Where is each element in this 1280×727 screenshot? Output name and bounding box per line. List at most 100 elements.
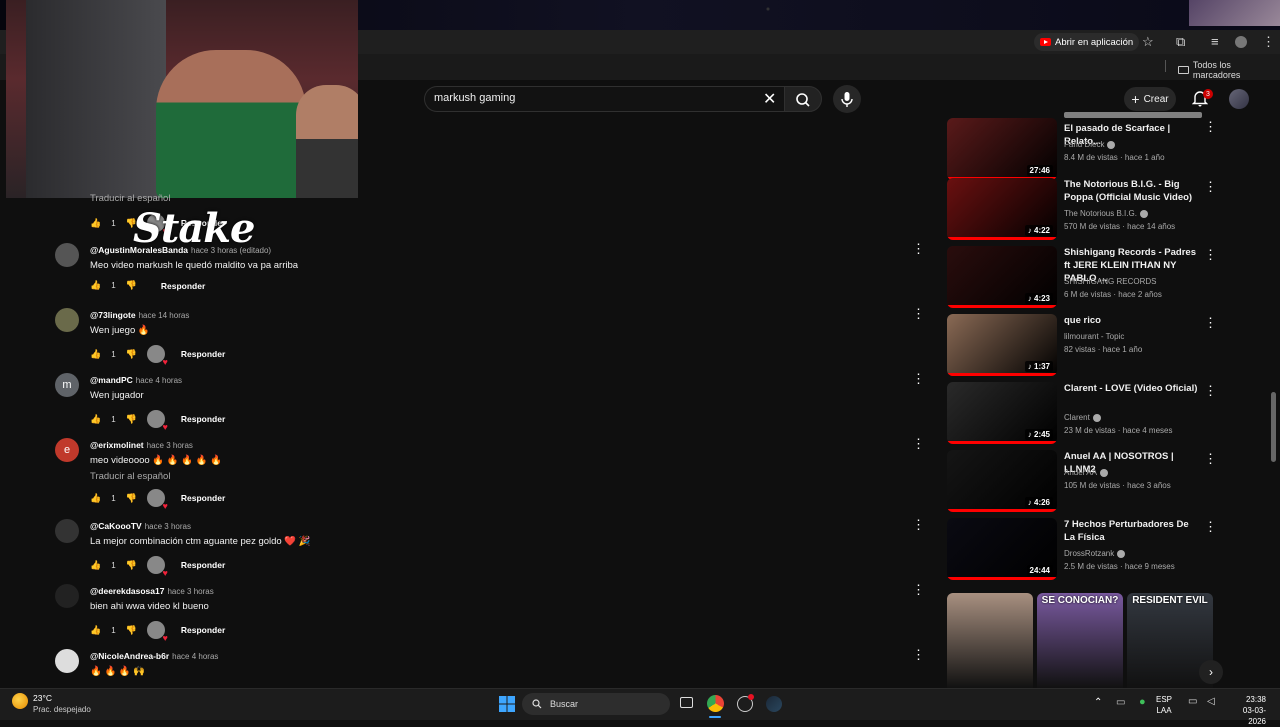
translate-link[interactable]: Traducir al español xyxy=(90,193,170,204)
chevron-up-icon[interactable]: ⌃ xyxy=(1094,697,1102,708)
browser-menu-icon[interactable]: ⋮ xyxy=(1262,34,1275,50)
like-icon[interactable]: 👍 xyxy=(90,625,101,636)
search-button[interactable] xyxy=(784,86,822,112)
comment-menu-icon[interactable]: ⋮ xyxy=(912,241,925,257)
video-menu-icon[interactable]: ⋮ xyxy=(1204,179,1217,195)
comment-timestamp[interactable]: hace 4 horas xyxy=(136,376,182,385)
taskbar-search[interactable]: Buscar xyxy=(522,693,670,715)
video-thumbnail[interactable]: ♪ 4:22 xyxy=(947,178,1057,240)
like-icon[interactable]: 👍 xyxy=(90,560,101,571)
channel-name[interactable]: Clarent xyxy=(1064,413,1090,422)
comment-author[interactable]: @CaKoooTV xyxy=(90,521,142,531)
comment-avatar[interactable] xyxy=(55,308,79,332)
comment-author[interactable]: @erixmolinet xyxy=(90,440,144,450)
video-menu-icon[interactable]: ⋮ xyxy=(1204,383,1217,399)
weather-temperature[interactable]: 23°C xyxy=(33,693,52,703)
translate-link[interactable]: Traducir al español xyxy=(90,471,170,482)
tray-icon[interactable]: ▭ xyxy=(1116,697,1125,708)
video-thumbnail[interactable]: ♪ 4:26 xyxy=(947,450,1057,512)
weather-icon[interactable] xyxy=(12,693,28,709)
video-thumbnail[interactable]: ♪ 4:23 xyxy=(947,246,1057,308)
comment-timestamp[interactable]: hace 14 horas xyxy=(139,311,190,320)
video-title[interactable]: Clarent - LOVE (Video Oficial) xyxy=(1064,382,1202,395)
like-icon[interactable]: 👍 xyxy=(90,280,101,291)
like-icon[interactable]: 👍 xyxy=(90,493,101,504)
comment-avatar[interactable] xyxy=(55,649,79,673)
video-menu-icon[interactable]: ⋮ xyxy=(1204,315,1217,331)
comment-avatar[interactable] xyxy=(55,519,79,543)
video-thumbnail[interactable]: 27:46 xyxy=(947,118,1057,180)
short-thumbnail[interactable] xyxy=(947,593,1033,688)
video-title[interactable]: que rico xyxy=(1064,314,1202,327)
network-icon[interactable]: ▭ xyxy=(1188,696,1197,707)
bookmark-star-icon[interactable]: ☆ xyxy=(1142,34,1154,50)
reply-button[interactable]: Responder xyxy=(181,349,225,359)
comment-avatar[interactable]: m xyxy=(55,373,79,397)
clear-search-icon[interactable]: ✕ xyxy=(763,89,776,109)
dislike-icon[interactable]: 👎 xyxy=(126,280,137,291)
dislike-icon[interactable]: 👎 xyxy=(126,560,137,571)
dislike-icon[interactable]: 👎 xyxy=(126,414,137,425)
short-thumbnail[interactable]: SE CONOCIAN? xyxy=(1037,593,1123,688)
channel-name[interactable]: The Notorious B.I.G. xyxy=(1064,209,1137,218)
search-input[interactable]: markush gaming xyxy=(434,92,515,104)
reply-button[interactable]: Responder xyxy=(181,625,225,635)
comment-author[interactable]: @deerekdasosa17 xyxy=(90,586,164,596)
comment-menu-icon[interactable]: ⋮ xyxy=(912,436,925,452)
video-channel[interactable]: DrossRotzank xyxy=(1064,549,1126,558)
comment-avatar[interactable] xyxy=(55,243,79,267)
comment-timestamp[interactable]: hace 3 horas xyxy=(167,587,213,596)
comment-timestamp[interactable]: hace 3 horas xyxy=(145,522,191,531)
video-menu-icon[interactable]: ⋮ xyxy=(1204,451,1217,467)
video-channel[interactable]: Farid Dieck xyxy=(1064,140,1116,149)
microphone-tray-icon[interactable]: ● xyxy=(1139,696,1146,708)
tab-thumbnail[interactable] xyxy=(1189,0,1280,26)
video-thumbnail[interactable]: ♪ 1:37 xyxy=(947,314,1057,376)
keyboard-language[interactable]: ESP LAA xyxy=(1156,694,1172,716)
video-menu-icon[interactable]: ⋮ xyxy=(1204,519,1217,535)
start-button[interactable] xyxy=(499,696,515,712)
channel-name[interactable]: SHISHIGANG RECORDS xyxy=(1064,277,1156,286)
video-title[interactable]: 7 Hechos Perturbadores De La Física xyxy=(1064,518,1202,544)
video-thumbnail[interactable]: 24:44 xyxy=(947,518,1057,580)
weather-description[interactable]: Prac. despejado xyxy=(33,705,91,714)
comment-menu-icon[interactable]: ⋮ xyxy=(912,517,925,533)
video-channel[interactable]: Anuel AA xyxy=(1064,468,1108,477)
comment-menu-icon[interactable]: ⋮ xyxy=(912,306,925,322)
comment-timestamp[interactable]: hace 4 horas xyxy=(172,652,218,661)
video-menu-icon[interactable]: ⋮ xyxy=(1204,247,1217,263)
reply-button[interactable]: Responder xyxy=(181,414,225,424)
all-bookmarks-button[interactable]: Todos los marcadores xyxy=(1178,60,1280,80)
reply-button[interactable]: Responder xyxy=(181,560,225,570)
clock[interactable]: 23:38 03-03-2026 xyxy=(1226,694,1266,727)
channel-name[interactable]: DrossRotzank xyxy=(1064,549,1114,558)
comment-avatar[interactable] xyxy=(55,584,79,608)
dislike-icon[interactable]: 👎 xyxy=(126,493,137,504)
comment-menu-icon[interactable]: ⋮ xyxy=(912,647,925,663)
dislike-icon[interactable]: 👎 xyxy=(126,625,137,636)
channel-name[interactable]: Farid Dieck xyxy=(1064,140,1104,149)
video-channel[interactable]: Clarent xyxy=(1064,413,1101,422)
like-icon[interactable]: 👍 xyxy=(90,414,101,425)
voice-search-button[interactable] xyxy=(833,85,861,113)
channel-name[interactable]: lilmourant - Topic xyxy=(1064,332,1124,341)
steam-icon[interactable] xyxy=(766,696,782,712)
chrome-icon[interactable] xyxy=(707,695,724,712)
comment-menu-icon[interactable]: ⋮ xyxy=(912,371,925,387)
like-icon[interactable]: 👍 xyxy=(90,349,101,360)
video-title[interactable]: The Notorious B.I.G. - Big Poppa (Offici… xyxy=(1064,178,1202,204)
browser-profile-icon[interactable] xyxy=(1235,36,1247,48)
dislike-icon[interactable]: 👎 xyxy=(126,349,137,360)
reading-list-icon[interactable]: ≡ xyxy=(1211,34,1219,49)
open-in-app-button[interactable]: Abrir en aplicación xyxy=(1034,33,1140,51)
avatar[interactable] xyxy=(1229,89,1249,109)
shorts-next-button[interactable]: › xyxy=(1199,660,1223,684)
extensions-icon[interactable]: ⧉ xyxy=(1176,34,1185,50)
comment-author[interactable]: @NicoleAndrea-b6r xyxy=(90,651,169,661)
volume-icon[interactable]: ◁ xyxy=(1207,696,1215,707)
video-thumbnail[interactable]: ♪ 2:45 xyxy=(947,382,1057,444)
reply-button[interactable]: Responder xyxy=(181,493,225,503)
comment-avatar[interactable]: e xyxy=(55,438,79,462)
video-channel[interactable]: The Notorious B.I.G. xyxy=(1064,209,1148,218)
scrollbar[interactable] xyxy=(1271,392,1276,462)
